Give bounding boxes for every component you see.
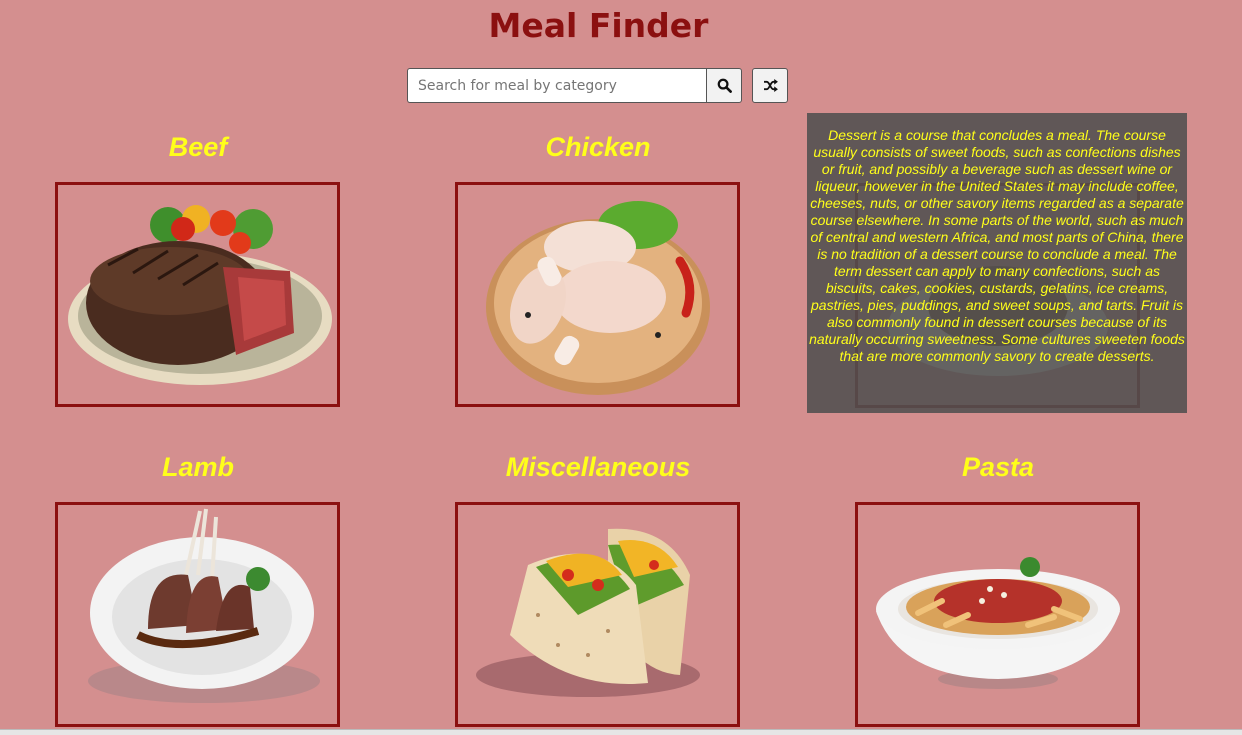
search-button[interactable] bbox=[706, 68, 742, 103]
beef-image bbox=[68, 205, 332, 385]
category-card-chicken[interactable] bbox=[455, 182, 740, 407]
chicken-image bbox=[486, 201, 710, 395]
pasta-image bbox=[876, 557, 1120, 689]
category-card-dessert[interactable]: Dessert is a course that concludes a mea… bbox=[807, 113, 1187, 413]
category-title-lamb: Lamb bbox=[161, 452, 234, 482]
search-icon bbox=[717, 78, 732, 93]
shuffle-icon bbox=[763, 79, 778, 92]
category-title-chicken: Chicken bbox=[545, 132, 651, 162]
category-card-miscellaneous[interactable] bbox=[455, 502, 740, 727]
bottom-strip bbox=[0, 729, 1242, 735]
random-button[interactable] bbox=[752, 68, 788, 103]
category-title-beef: Beef bbox=[168, 132, 228, 162]
miscellaneous-image bbox=[476, 528, 700, 697]
category-title-pasta: Pasta bbox=[961, 452, 1035, 482]
lamb-image bbox=[88, 508, 320, 703]
dessert-description: Dessert is a course that concludes a mea… bbox=[807, 113, 1187, 413]
search-input[interactable] bbox=[407, 68, 707, 103]
category-card-pasta[interactable] bbox=[855, 502, 1140, 727]
category-card-lamb[interactable] bbox=[55, 502, 340, 727]
category-card-beef[interactable] bbox=[55, 182, 340, 407]
category-title-miscellaneous: Miscellaneous bbox=[505, 452, 691, 482]
page-title: Meal Finder bbox=[488, 6, 709, 45]
